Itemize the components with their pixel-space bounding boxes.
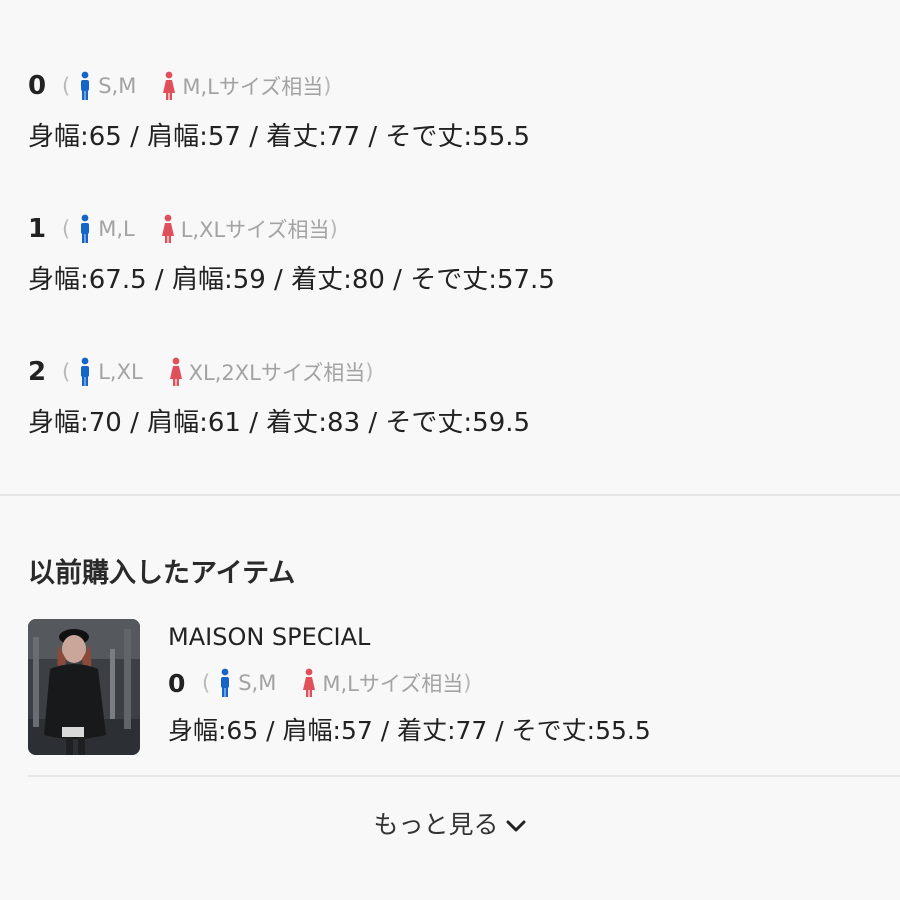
male-figure-icon [81, 214, 90, 243]
female-sizes: L,XLサイズ相当 [180, 218, 330, 242]
size-row-2: 2 ( L,XL XL,2XLサイズ相当 ) 身幅:70 / 肩幅:61 / 着… [28, 352, 530, 439]
fit-equivalent: ( L,XL XL,2XLサイズ相当 ) [62, 357, 373, 387]
female-figure-icon [161, 214, 174, 243]
size-number: 0 [28, 71, 47, 101]
size-number: 0 [168, 668, 186, 698]
female-figure-icon [169, 357, 182, 386]
size-row-0: 0 ( S,M M,Lサイズ相当 ) 身幅:65 / 肩幅:57 / 着丈:77… [28, 66, 530, 153]
previously-purchased-title: 以前購入したアイテム [28, 558, 296, 589]
item-photo [28, 619, 140, 755]
size-number: 1 [28, 214, 47, 244]
female-figure-icon [163, 71, 176, 100]
item-measurements: 身幅:65 / 肩幅:57 / 着丈:77 / そで丈:55.5 [168, 716, 651, 745]
male-sizes: L,XL [98, 360, 143, 384]
male-sizes: S,M [238, 671, 277, 695]
male-sizes: S,M [98, 74, 137, 98]
size-measurements: 身幅:67.5 / 肩幅:59 / 着丈:80 / そで丈:57.5 [28, 265, 555, 295]
male-sizes: M,L [98, 217, 135, 241]
purchased-item-card[interactable]: MAISON SPECIAL 0 ( S,M M,Lサイズ相当) 身幅:65 … [28, 619, 888, 755]
fit-equivalent: ( S,M M,Lサイズ相当 ) [62, 71, 331, 101]
size-measurements: 身幅:70 / 肩幅:61 / 着丈:83 / そで丈:59.5 [28, 408, 531, 438]
female-sizes: M,Lサイズ相当 [182, 75, 324, 99]
show-more-label: もっと見る [373, 810, 499, 839]
female-figure-icon [303, 668, 316, 697]
item-brand: MAISON SPECIAL [168, 623, 371, 651]
fit-equivalent: ( M,L L,XLサイズ相当 ) [62, 214, 338, 244]
section-divider [0, 494, 900, 496]
size-measurements: 身幅:65 / 肩幅:57 / 着丈:77 / そで丈:55.5 [28, 122, 531, 152]
item-thumbnail[interactable] [28, 619, 140, 755]
female-sizes: M,Lサイズ相当 [322, 672, 464, 696]
size-row-1: 1 ( M,L L,XLサイズ相当 ) 身幅:67.5 / 肩幅:59 / 着丈… [28, 209, 555, 296]
item-divider [28, 775, 900, 777]
female-sizes: XL,2XLサイズ相当 [188, 361, 366, 385]
male-figure-icon [221, 668, 230, 697]
male-figure-icon [81, 357, 90, 386]
size-number: 2 [28, 357, 47, 387]
chevron-down-icon [506, 820, 525, 832]
size-guide-page: 0 ( S,M M,Lサイズ相当 ) 身幅:65 / 肩幅:57 / 着丈:77… [0, 0, 900, 900]
male-figure-icon [81, 71, 90, 100]
fit-equivalent: ( S,M M,Lサイズ相当 ) [202, 668, 471, 698]
show-more-button[interactable]: もっと見る [0, 805, 900, 841]
